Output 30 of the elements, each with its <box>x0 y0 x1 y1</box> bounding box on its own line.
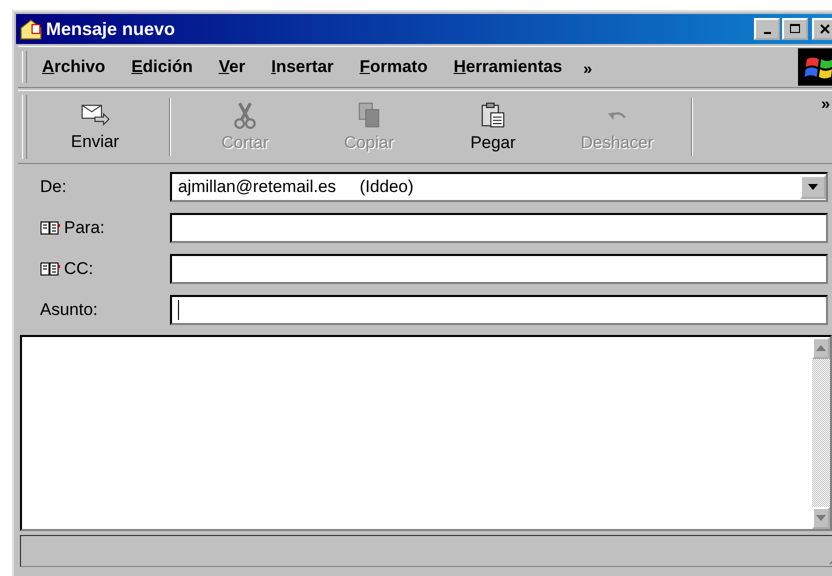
address-book-icon[interactable] <box>40 220 60 236</box>
minimize-button[interactable] <box>754 18 780 40</box>
input-field[interactable] <box>170 254 828 284</box>
menu-item[interactable]: Formato <box>350 57 437 77</box>
field-label: CC: <box>64 259 94 279</box>
address-book-icon[interactable] <box>40 261 60 277</box>
field-label: Para: <box>64 218 105 238</box>
menu-item[interactable]: Archivo <box>33 57 114 77</box>
menu-item[interactable]: Edición <box>122 57 202 77</box>
maximize-icon <box>789 23 801 35</box>
send-button[interactable]: Enviar <box>33 102 157 152</box>
dropdown-arrow-icon <box>808 184 818 190</box>
envelope-arrow-icon <box>80 102 110 128</box>
menu-item[interactable]: Herramientas <box>444 57 572 77</box>
sender-dropdown[interactable]: ajmillan@retemail.es (Iddeo) <box>170 172 828 202</box>
close-button[interactable] <box>812 18 832 40</box>
minimize-icon <box>764 32 770 34</box>
input-field[interactable] <box>170 295 828 325</box>
maximize-button[interactable] <box>782 18 808 40</box>
toolbar-overflow-button[interactable]: » <box>815 95 832 115</box>
close-icon <box>819 23 831 35</box>
window-title: Mensaje nuevo <box>46 18 176 40</box>
field-label: De: <box>40 177 66 197</box>
menu-overflow-button[interactable]: » <box>579 61 596 79</box>
windows-logo-icon <box>798 48 832 86</box>
menu-item[interactable]: Insertar <box>262 57 343 77</box>
input-field[interactable] <box>170 213 828 243</box>
field-label: Asunto: <box>40 300 98 320</box>
paste-button[interactable]: Pegar <box>431 101 555 153</box>
menu-item[interactable]: Ver <box>210 57 254 77</box>
